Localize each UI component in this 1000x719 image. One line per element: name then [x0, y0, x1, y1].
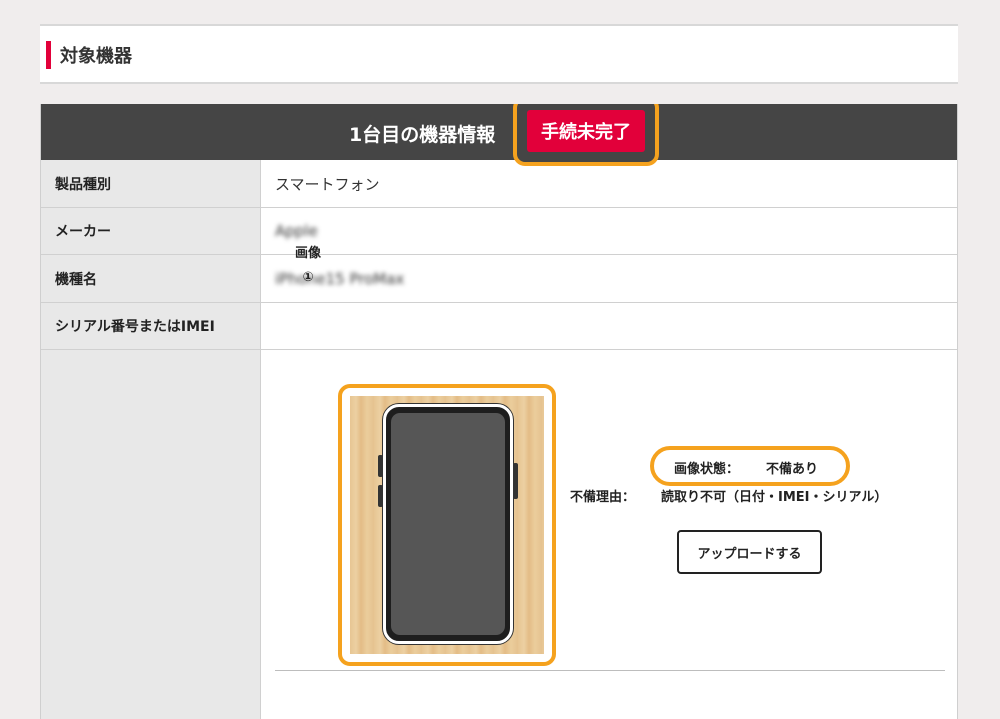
image-state-highlight: 画像状態： 不備あり	[650, 446, 850, 486]
section-header: 対象機器	[40, 24, 958, 84]
phone-screen	[391, 413, 505, 635]
photo-highlight-frame	[338, 384, 556, 666]
phone-side-button	[378, 455, 383, 477]
section-accent-bar	[46, 41, 51, 69]
image-state-label: 画像状態：	[674, 462, 740, 477]
phone-power-button	[513, 463, 518, 499]
smartphone-icon	[378, 404, 518, 644]
top-strip	[0, 0, 1000, 18]
row-label: メーカー	[55, 224, 111, 240]
status-badge-highlight: 手続未完了	[513, 104, 659, 166]
row-label-cell: 機種名	[41, 255, 261, 302]
row-product-type: 製品種別 スマートフォン	[41, 160, 957, 208]
upload-button[interactable]: アップロードする	[677, 530, 822, 574]
device-info-panel: 1台目の機器情報 手続未完了 製品種別 スマートフォン メーカー Apple 機…	[40, 104, 958, 719]
row-serial-imei: シリアル番号またはIMEI	[41, 303, 957, 350]
row-label-cell: シリアル番号またはIMEI	[41, 303, 261, 349]
row-label: 製品種別	[55, 176, 111, 193]
row-value-blurred: Apple	[275, 222, 318, 240]
device-panel-header: 1台目の機器情報 手続未完了	[41, 104, 957, 166]
defect-reason-value: 読取り不可（日付・IMEI・シリアル）	[661, 490, 888, 505]
row-divider	[275, 670, 945, 671]
phone-side-button	[378, 485, 383, 507]
uploaded-photo[interactable]	[350, 396, 544, 654]
image-label: 画像 ①	[293, 242, 323, 290]
device-header-title: 1台目の機器情報	[349, 124, 496, 146]
image-number: ①	[302, 270, 314, 286]
row-model-name: 機種名 iPhone15 ProMax	[41, 255, 957, 303]
row-label: シリアル番号またはIMEI	[55, 319, 215, 335]
image-label-text: 画像	[294, 246, 321, 261]
row-label-cell: 製品種別	[41, 160, 261, 207]
status-badge: 手続未完了	[527, 110, 645, 152]
row-label: 機種名	[55, 271, 97, 288]
row-value: スマートフォン	[275, 175, 380, 193]
section-title: 対象機器	[60, 46, 132, 67]
row-maker: メーカー Apple	[41, 208, 957, 255]
row-label-cell	[41, 350, 261, 719]
row-label-cell: メーカー	[41, 208, 261, 254]
image-state-value: 不備あり	[766, 462, 819, 477]
defect-reason-label: 不備理由：	[570, 490, 636, 505]
